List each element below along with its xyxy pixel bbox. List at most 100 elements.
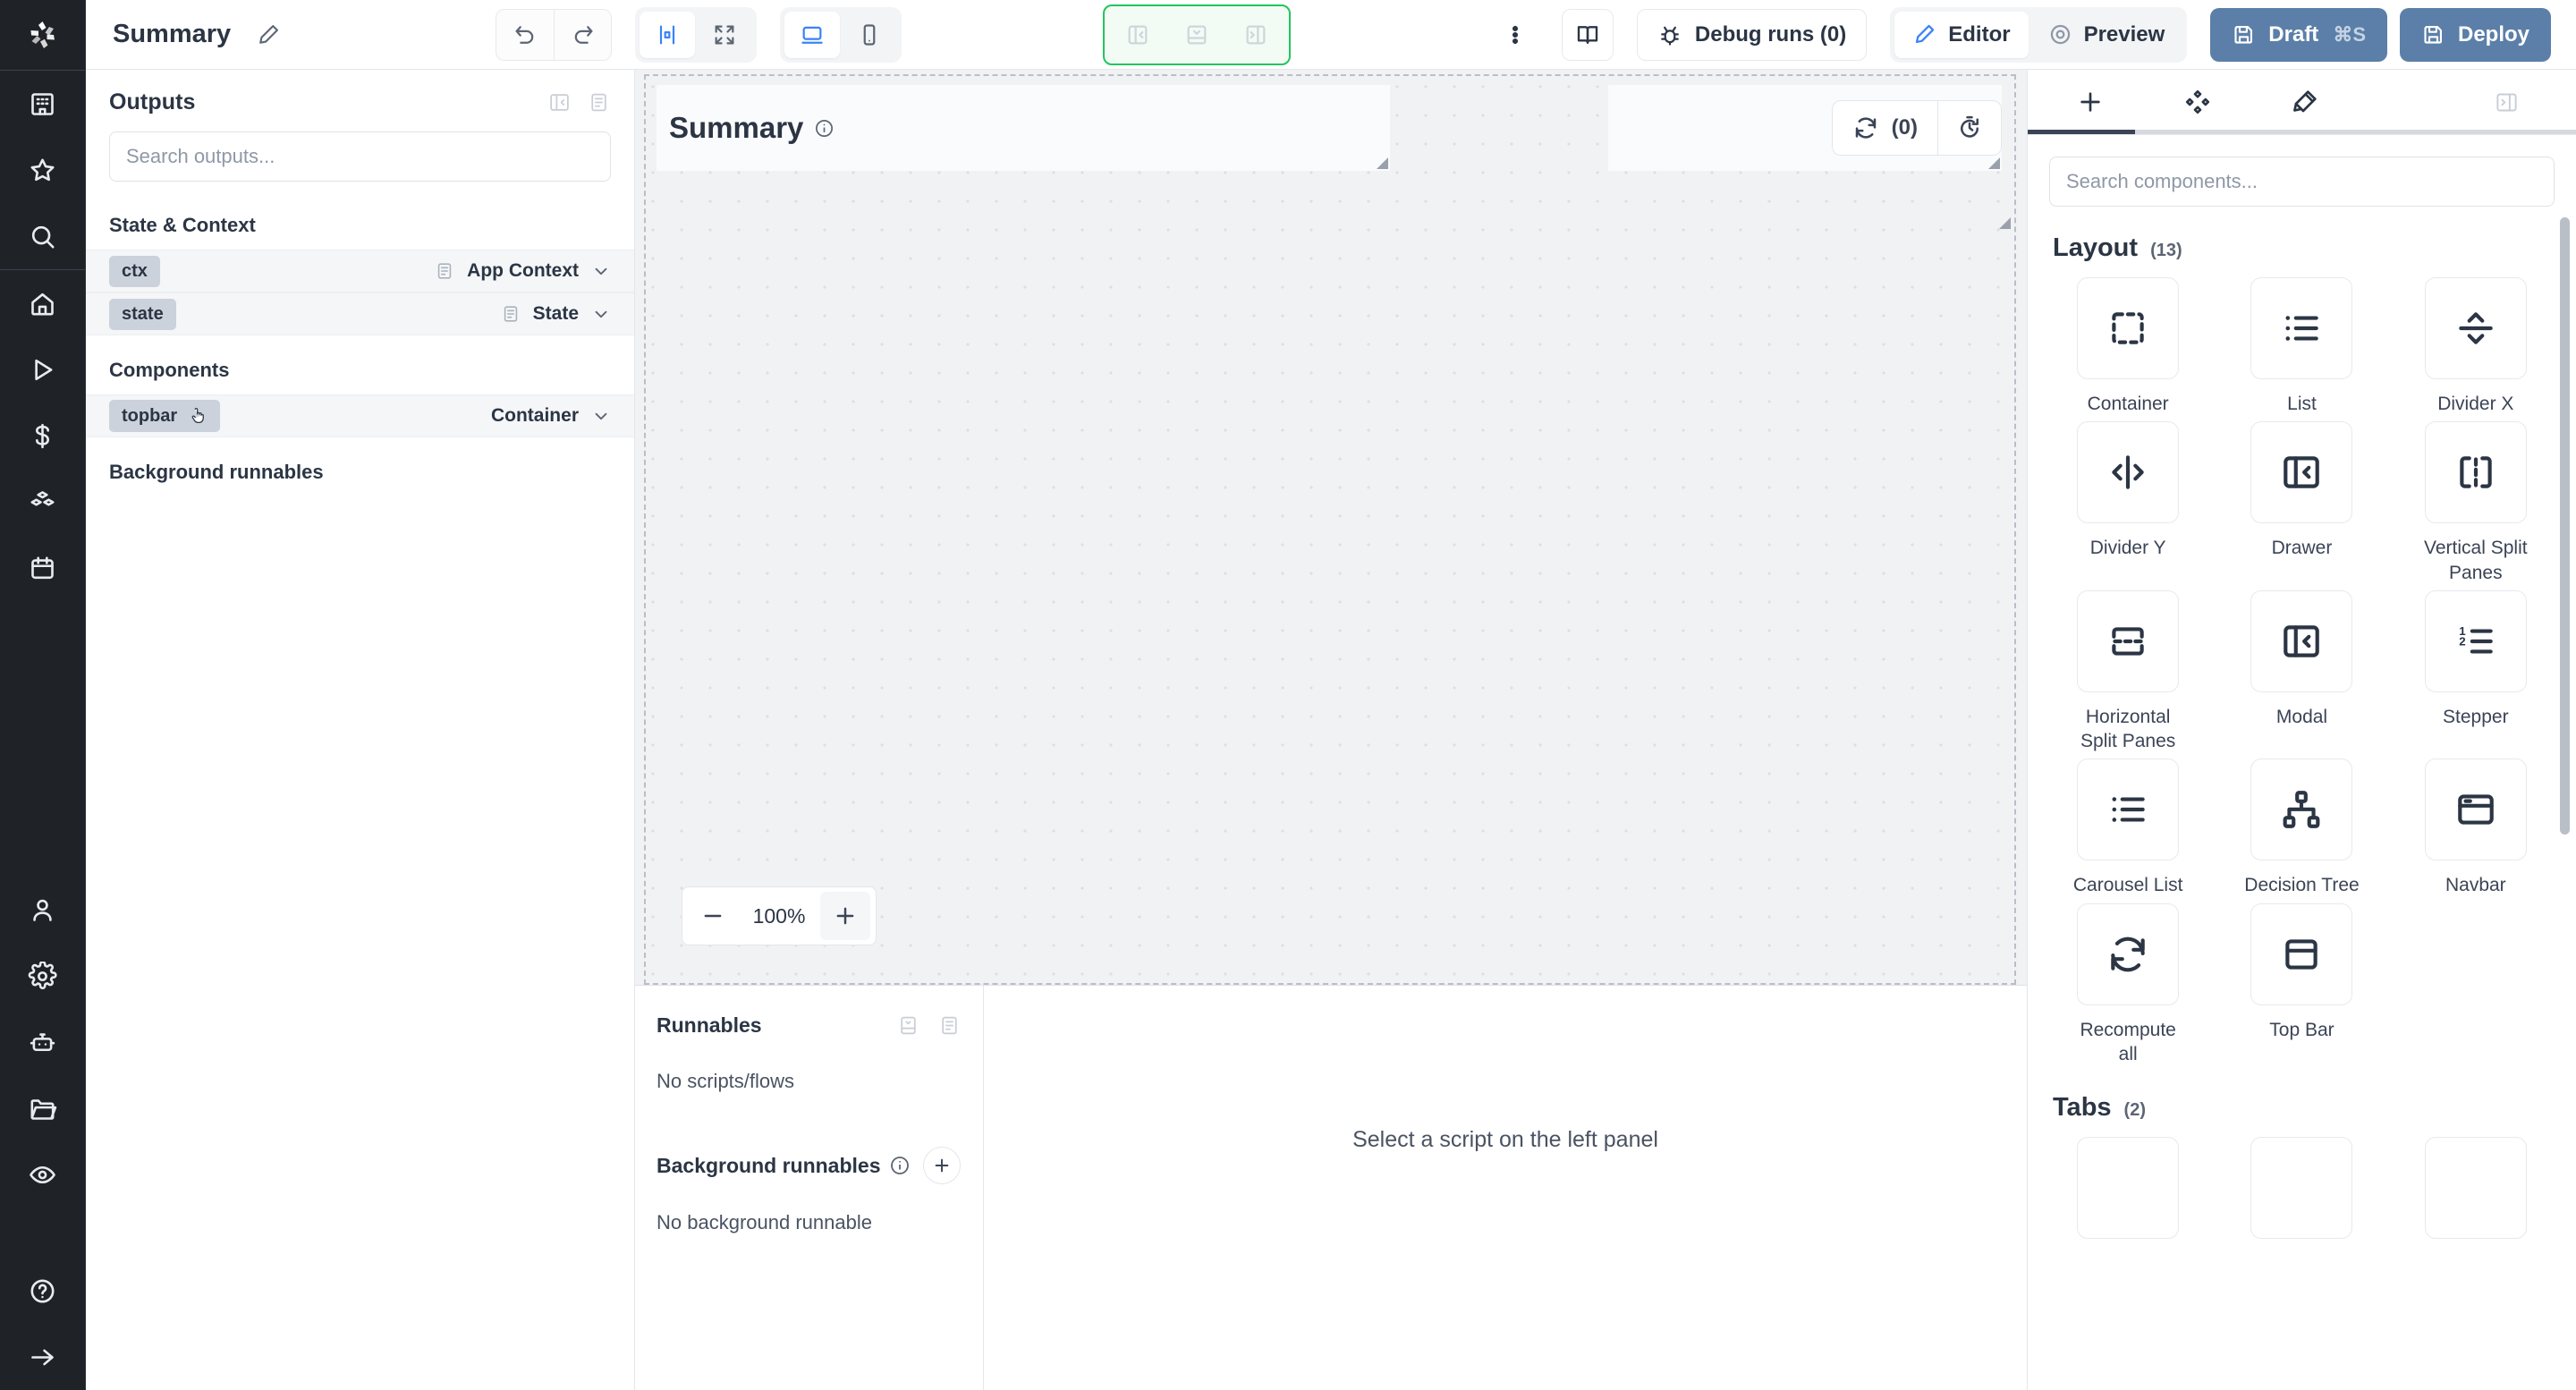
search-components-input[interactable] bbox=[2049, 157, 2555, 207]
preview-mode-button[interactable]: Preview bbox=[2030, 12, 2183, 58]
component-stepper[interactable]: 12 Stepper bbox=[2401, 589, 2551, 754]
component-recompute-all[interactable]: Recompute all bbox=[2053, 903, 2203, 1067]
component-grid-tabs bbox=[2049, 1130, 2555, 1240]
debug-runs-button[interactable]: Debug runs (0) bbox=[1636, 8, 1868, 61]
tab-component-tree[interactable] bbox=[2144, 70, 2251, 134]
divider-y-icon bbox=[2077, 421, 2180, 524]
list-icon bbox=[2250, 277, 2353, 379]
fullwidth-button[interactable] bbox=[697, 12, 752, 58]
sidebar-item-user[interactable] bbox=[0, 877, 86, 943]
windmill-logo[interactable] bbox=[0, 0, 85, 70]
component-tabs-2[interactable] bbox=[2226, 1137, 2377, 1240]
app-root: Outputs State & Context ctx App Context bbox=[0, 0, 2576, 1390]
component-vertical-split-panes[interactable]: Vertical Split Panes bbox=[2401, 421, 2551, 585]
outputs-header-actions bbox=[547, 90, 611, 115]
component-top-bar[interactable]: Top Bar bbox=[2226, 903, 2377, 1067]
component-horizontal-split-panes[interactable]: Horizontal Split Panes bbox=[2053, 589, 2203, 754]
toggle-right-panel-button[interactable] bbox=[1228, 12, 1284, 58]
sidebar-item-home[interactable] bbox=[0, 270, 86, 336]
topbar-component[interactable]: Summary bbox=[657, 85, 1390, 171]
sidebar-item-workspace[interactable] bbox=[0, 71, 86, 137]
output-row-ctx[interactable]: ctx App Context bbox=[86, 250, 634, 292]
rail-bottom-group bbox=[0, 877, 85, 1208]
sidebar-item-search[interactable] bbox=[0, 203, 86, 269]
components-panel-scrollbar[interactable] bbox=[2560, 217, 2570, 835]
editor-mode-button[interactable]: Editor bbox=[1894, 11, 2029, 58]
sidebar-item-billing[interactable] bbox=[0, 403, 86, 469]
rename-app-button[interactable] bbox=[249, 15, 288, 55]
undo-button[interactable] bbox=[496, 10, 554, 60]
component-divider-x[interactable]: Divider X bbox=[2401, 277, 2551, 416]
component-decision-tree[interactable]: Decision Tree bbox=[2226, 759, 2377, 897]
resize-handle[interactable] bbox=[1377, 157, 1388, 169]
zoom-in-button[interactable] bbox=[820, 892, 870, 940]
component-drawer[interactable]: Drawer bbox=[2226, 421, 2377, 585]
background-runnables-header: Background runnables bbox=[657, 1147, 962, 1184]
recompute-component[interactable]: (0) bbox=[1608, 85, 2002, 171]
sidebar-item-runs[interactable] bbox=[0, 336, 86, 403]
toggle-left-panel-button[interactable] bbox=[1110, 12, 1165, 58]
deploy-button[interactable]: Deploy bbox=[2400, 7, 2552, 62]
component-modal[interactable]: Modal bbox=[2226, 589, 2377, 754]
sidebar-item-resources[interactable] bbox=[0, 469, 86, 535]
center-align-button[interactable] bbox=[640, 11, 696, 58]
info-icon[interactable] bbox=[814, 118, 835, 139]
sidebar-item-audit[interactable] bbox=[0, 1141, 86, 1208]
output-type-ctx: App Context bbox=[467, 260, 579, 281]
list-icon[interactable] bbox=[936, 1013, 962, 1038]
chevron-down-icon[interactable] bbox=[591, 261, 611, 281]
component-label: Navbar bbox=[2445, 875, 2506, 896]
tab-styling[interactable] bbox=[2251, 70, 2359, 134]
tree-icon bbox=[2250, 759, 2353, 861]
output-meta-topbar: Container bbox=[491, 405, 611, 427]
sidebar-item-schedules[interactable] bbox=[0, 535, 86, 601]
component-tabs-1[interactable] bbox=[2053, 1137, 2203, 1240]
sidebar-item-help[interactable] bbox=[0, 1258, 86, 1324]
collapse-components-panel-button[interactable] bbox=[2453, 70, 2560, 134]
modal-icon bbox=[2250, 589, 2353, 692]
chevron-down-icon[interactable] bbox=[591, 406, 611, 426]
save-icon bbox=[2234, 25, 2253, 44]
zoom-out-button[interactable] bbox=[688, 892, 738, 940]
sidebar-item-settings[interactable] bbox=[0, 943, 86, 1009]
divider-x-icon bbox=[2424, 277, 2527, 379]
more-options-button[interactable] bbox=[1492, 12, 1538, 58]
desktop-preview-button[interactable] bbox=[784, 11, 841, 58]
sidebar-expand-button[interactable] bbox=[0, 1324, 86, 1390]
chevron-down-icon[interactable] bbox=[591, 304, 611, 324]
ordered-list-icon: 12 bbox=[2424, 589, 2527, 692]
resize-handle[interactable] bbox=[1988, 157, 2000, 169]
collapse-icon[interactable] bbox=[895, 1013, 920, 1038]
component-tabs-3[interactable] bbox=[2401, 1137, 2551, 1240]
component-carousel-list[interactable]: Carousel List bbox=[2053, 759, 2203, 897]
tab-add-components[interactable] bbox=[2037, 70, 2144, 134]
mobile-preview-button[interactable] bbox=[842, 12, 897, 58]
recompute-history-button[interactable] bbox=[1937, 101, 2001, 155]
output-key-ctx: ctx bbox=[109, 255, 160, 287]
redo-button[interactable] bbox=[554, 9, 611, 60]
component-container[interactable]: Container bbox=[2053, 277, 2203, 416]
output-row-state[interactable]: state State bbox=[86, 292, 634, 335]
docs-button[interactable] bbox=[1561, 8, 1614, 61]
info-icon[interactable] bbox=[889, 1155, 911, 1176]
panel-collapse-icon[interactable] bbox=[547, 90, 572, 115]
background-runnables-title: Background runnables bbox=[657, 1153, 881, 1177]
sidebar-item-workers[interactable] bbox=[0, 1009, 86, 1075]
search-outputs-input[interactable] bbox=[109, 131, 611, 182]
sidebar-item-folders[interactable] bbox=[0, 1075, 86, 1141]
save-draft-button[interactable]: Draft ⌘S bbox=[2210, 7, 2387, 62]
component-divider-y[interactable]: Divider Y bbox=[2053, 421, 2203, 585]
rail-primary-group bbox=[0, 71, 85, 269]
add-background-runnable-button[interactable] bbox=[923, 1147, 962, 1184]
list-icon[interactable] bbox=[586, 90, 611, 115]
app-canvas[interactable]: Summary (0) 100% bbox=[635, 70, 2027, 986]
recompute-all-button[interactable]: (0) bbox=[1833, 101, 1937, 155]
outputs-search-wrap bbox=[86, 131, 634, 191]
component-navbar[interactable]: Navbar bbox=[2401, 759, 2551, 897]
toggle-bottom-panel-button[interactable] bbox=[1169, 12, 1224, 58]
resize-handle-row2[interactable] bbox=[1999, 217, 2011, 229]
output-row-topbar[interactable]: topbar Container bbox=[86, 394, 634, 437]
component-label: Stepper bbox=[2443, 706, 2509, 727]
sidebar-item-favorites[interactable] bbox=[0, 137, 86, 203]
component-list[interactable]: List bbox=[2226, 277, 2377, 416]
